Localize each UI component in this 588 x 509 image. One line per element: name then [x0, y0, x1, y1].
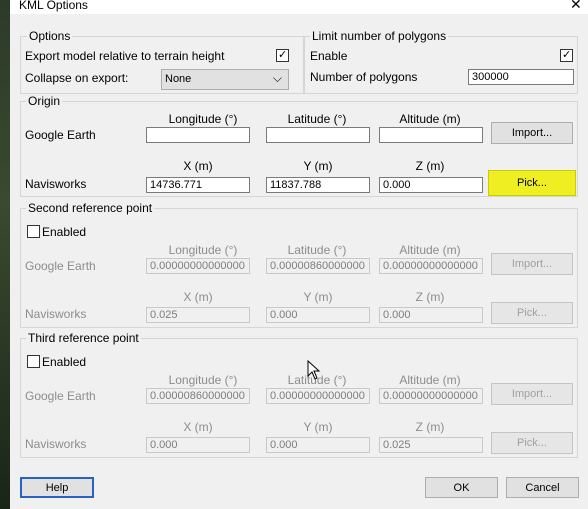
origin-pick-button[interactable]: Pick... — [488, 170, 576, 196]
number-of-polygons-label: Number of polygons — [310, 70, 418, 84]
origin-x-input[interactable] — [146, 177, 250, 193]
limit-enable-checkbox[interactable] — [560, 49, 573, 62]
origin-z-input[interactable] — [379, 177, 483, 193]
second-ge-latitude-input — [266, 258, 370, 274]
third-z-header: Z (m) — [415, 420, 445, 434]
background-desktop — [0, 0, 10, 509]
second-latitude-header: Latitude (°) — [287, 243, 347, 257]
limit-polygons-group — [304, 36, 578, 94]
second-reference-title: Second reference point — [26, 201, 155, 215]
export-relative-checkbox[interactable] — [276, 49, 289, 62]
origin-navisworks-label: Navisworks — [25, 177, 87, 191]
second-altitude-header: Altitude (m) — [399, 243, 461, 257]
second-google-earth-label: Google Earth — [25, 259, 96, 273]
third-longitude-header: Longitude (°) — [168, 373, 238, 387]
third-import-button: Import... — [491, 383, 573, 405]
origin-altitude-header: Altitude (m) — [399, 112, 461, 126]
second-navisworks-label: Navisworks — [25, 307, 87, 321]
second-x-input — [146, 307, 250, 323]
third-navisworks-label: Navisworks — [25, 437, 87, 451]
third-ge-altitude-input — [379, 388, 483, 404]
second-y-input — [266, 307, 370, 323]
origin-latitude-header: Latitude (°) — [287, 112, 347, 126]
mouse-pointer-icon — [307, 360, 321, 380]
origin-ge-longitude-input[interactable] — [146, 127, 250, 143]
second-ge-altitude-input — [379, 258, 483, 274]
third-ge-longitude-input — [146, 388, 250, 404]
origin-longitude-header: Longitude (°) — [168, 112, 238, 126]
limit-enable-label: Enable — [310, 49, 348, 63]
second-x-header: X (m) — [183, 290, 213, 304]
kml-options-dialog: KML Options ✕ Options Export model relat… — [10, 0, 588, 509]
second-ge-longitude-input — [146, 258, 250, 274]
export-relative-label: Export model relative to terrain height — [25, 49, 225, 63]
third-z-input — [379, 437, 483, 453]
origin-ge-latitude-input[interactable] — [266, 127, 370, 143]
origin-x-header: X (m) — [183, 159, 213, 173]
third-x-header: X (m) — [183, 420, 213, 434]
third-y-header: Y (m) — [303, 420, 333, 434]
third-y-input — [266, 437, 370, 453]
origin-y-header: Y (m) — [303, 159, 333, 173]
origin-ge-altitude-input[interactable] — [379, 127, 483, 143]
third-reference-title: Third reference point — [26, 331, 141, 345]
second-import-button: Import... — [491, 253, 573, 275]
options-group-title: Options — [27, 29, 73, 43]
help-button[interactable]: Help — [20, 477, 94, 498]
second-z-input — [379, 307, 483, 323]
second-z-header: Z (m) — [415, 290, 445, 304]
title-bar: KML Options ✕ — [10, 0, 588, 14]
ok-button[interactable]: OK — [425, 477, 498, 498]
third-enabled-label: Enabled — [42, 355, 87, 369]
origin-import-button[interactable]: Import... — [491, 122, 573, 144]
origin-group-title: Origin — [26, 94, 63, 108]
third-x-input — [146, 437, 250, 453]
second-enabled-label: Enabled — [42, 225, 87, 239]
second-y-header: Y (m) — [303, 290, 333, 304]
collapse-select[interactable]: None ⌵ — [161, 69, 289, 90]
limit-polygons-title: Limit number of polygons — [310, 29, 449, 43]
number-of-polygons-input[interactable] — [468, 69, 574, 85]
origin-google-earth-label: Google Earth — [25, 128, 96, 142]
second-enabled-checkbox[interactable] — [27, 225, 40, 238]
third-enabled-checkbox[interactable] — [27, 355, 40, 368]
collapse-label: Collapse on export: — [25, 71, 129, 85]
origin-y-input[interactable] — [266, 177, 370, 193]
second-longitude-header: Longitude (°) — [168, 243, 238, 257]
window-title: KML Options — [19, 0, 88, 12]
third-pick-button: Pick... — [491, 432, 573, 454]
chevron-down-icon: ⌵ — [272, 71, 282, 85]
close-icon[interactable]: ✕ — [570, 0, 582, 13]
third-ge-latitude-input — [266, 388, 370, 404]
origin-z-header: Z (m) — [415, 159, 445, 173]
third-altitude-header: Altitude (m) — [399, 373, 461, 387]
cancel-button[interactable]: Cancel — [506, 477, 579, 498]
second-pick-button: Pick... — [491, 302, 573, 324]
collapse-select-value: None — [165, 73, 192, 85]
third-google-earth-label: Google Earth — [25, 389, 96, 403]
